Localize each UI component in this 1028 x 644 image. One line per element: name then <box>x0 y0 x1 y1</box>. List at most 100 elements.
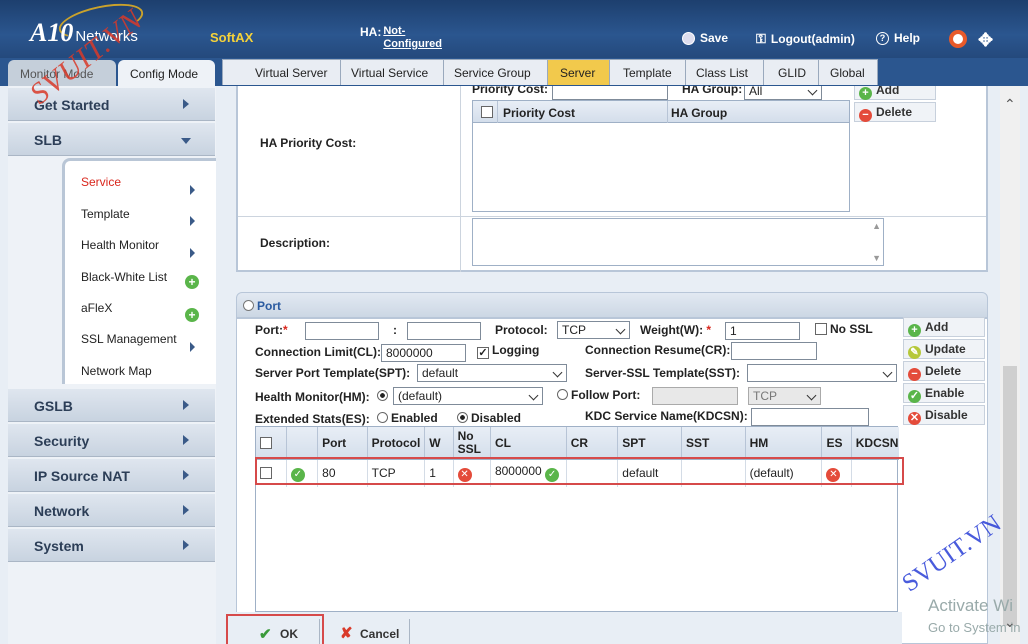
scrollbar-thumb[interactable] <box>1003 366 1017 626</box>
hm-radio[interactable] <box>377 390 388 401</box>
es-enabled-radio[interactable] <box>377 412 388 423</box>
tab-template[interactable]: Template <box>609 59 686 85</box>
col-spt: SPT <box>617 427 682 460</box>
logout-button[interactable]: ⚿ Logout(admin) <box>756 31 855 47</box>
submenu-item-service[interactable]: Service <box>81 175 121 189</box>
col-priority-cost: Priority Cost <box>503 106 576 120</box>
cancel-button[interactable]: ✘ Cancel <box>330 619 410 644</box>
port-disable-button[interactable]: ✕ Disable <box>903 405 985 425</box>
sidebar-item-security[interactable]: Security <box>8 424 215 457</box>
chevron-right-icon <box>183 435 189 445</box>
x-icon: ✘ <box>340 625 353 642</box>
select-all-checkbox[interactable] <box>481 106 493 118</box>
sidebar-item-ip-source-nat[interactable]: IP Source NAT <box>8 459 215 492</box>
logging-option[interactable]: ✓ Logging <box>477 343 539 359</box>
follow-port-option[interactable]: Follow Port: <box>557 388 640 402</box>
col-es: ES <box>821 427 852 460</box>
scroll-up-icon[interactable]: ▲ <box>872 221 881 231</box>
priority-cost-input[interactable] <box>552 86 668 100</box>
spt-select[interactable]: default <box>417 364 567 382</box>
scroll-down-icon[interactable]: ▼ <box>872 253 881 263</box>
chevron-right-icon <box>183 400 189 410</box>
sidebar-item-gslb[interactable]: GSLB <box>8 389 215 422</box>
sidebar-item-system[interactable]: System <box>8 529 215 562</box>
port-update-button[interactable]: ✎ Update <box>903 339 985 359</box>
kdc-label: KDC Service Name(KDCSN): <box>585 409 748 423</box>
column-divider <box>460 86 461 272</box>
port-delete-button[interactable]: − Delete <box>903 361 985 381</box>
no-ssl-option[interactable]: No SSL <box>815 322 873 336</box>
fullscreen-icon[interactable]: ✥ <box>978 30 993 51</box>
kdc-input[interactable] <box>751 408 869 426</box>
config-mode-tab[interactable]: Config Mode <box>118 60 215 86</box>
scroll-up-icon[interactable]: ⌃ <box>1004 96 1016 113</box>
ha-priority-table: Priority Cost HA Group <box>472 100 850 212</box>
lifebuoy-icon[interactable] <box>949 30 967 48</box>
submenu-item-ssl-management[interactable]: SSL Management <box>81 332 177 346</box>
main-scrollbar[interactable]: ⌃ ⌄ <box>1000 86 1020 644</box>
sidebar-item-slb[interactable]: SLB <box>8 123 215 156</box>
submenu-item-network-map[interactable]: Network Map <box>81 364 152 378</box>
help-button[interactable]: ? Help <box>876 31 920 45</box>
port-end-input[interactable] <box>407 322 481 340</box>
submenu-item-health-monitor[interactable]: Health Monitor <box>81 238 159 252</box>
protocol-select[interactable]: TCP <box>557 321 630 339</box>
ha-add-button[interactable]: + Add <box>854 86 936 100</box>
port-label: Port:* <box>255 323 288 337</box>
follow-port-radio[interactable] <box>557 389 568 400</box>
chevron-right-icon <box>183 470 189 480</box>
tab-class-list[interactable]: Class List <box>685 59 764 85</box>
select-all-checkbox[interactable] <box>260 436 272 449</box>
logging-checkbox[interactable]: ✓ <box>477 347 489 359</box>
collapse-icon[interactable] <box>243 300 254 311</box>
minus-icon: − <box>859 109 872 122</box>
ha-priority-cost-label: HA Priority Cost: <box>260 136 357 150</box>
highlight-box <box>226 614 324 644</box>
port-input[interactable] <box>305 322 379 340</box>
plus-icon[interactable]: + <box>185 308 199 322</box>
chevron-right-icon <box>183 99 189 109</box>
slb-submenu: Service Template Health Monitor Black-Wh… <box>62 158 216 384</box>
tab-service-group[interactable]: Service Group <box>443 59 548 85</box>
check-icon: ✓ <box>908 390 921 403</box>
hm-select[interactable]: (default) <box>393 387 543 405</box>
activate-windows-subtext: Go to System in <box>928 620 1021 635</box>
grid-header-row: Port Protocol W No SSL CL CR SPT SST HM … <box>256 427 899 460</box>
description-textarea[interactable]: ▲ ▼ <box>472 218 884 266</box>
footer-bar <box>222 612 902 644</box>
tab-virtual-server[interactable]: Virtual Server <box>222 59 341 85</box>
col-port: Port <box>317 427 368 460</box>
es-disabled-radio[interactable] <box>457 412 468 423</box>
chevron-right-icon <box>183 540 189 550</box>
tab-global[interactable]: Global <box>818 59 878 85</box>
port-section-header[interactable]: Port <box>236 292 988 318</box>
submenu-item-black-white-list[interactable]: Black-White List <box>81 270 167 284</box>
submenu-item-aflex[interactable]: aFleX <box>81 301 112 315</box>
key-icon: ⚿ <box>756 31 766 46</box>
chevron-right-icon <box>190 342 195 352</box>
sidebar-item-network[interactable]: Network <box>8 494 215 527</box>
sst-select[interactable] <box>747 364 897 382</box>
tab-virtual-service[interactable]: Virtual Service <box>340 59 444 85</box>
plus-icon[interactable]: + <box>185 275 199 289</box>
highlight-box <box>255 457 904 485</box>
save-button[interactable]: Save <box>682 31 728 45</box>
ha-value-link[interactable]: Not-Configured <box>383 25 447 51</box>
submenu-item-template[interactable]: Template <box>81 207 130 221</box>
ha-group-select[interactable]: All <box>744 86 822 100</box>
port-enable-button[interactable]: ✓ Enable <box>903 383 985 403</box>
col-sst: SST <box>681 427 746 460</box>
conn-resume-input[interactable] <box>731 342 817 360</box>
ha-label: HA: <box>360 25 382 39</box>
divider <box>238 216 986 217</box>
weight-input[interactable]: 1 <box>725 322 800 340</box>
es-disabled-option[interactable]: Disabled <box>457 411 521 425</box>
conn-limit-input[interactable]: 8000000 <box>381 344 466 362</box>
tab-server[interactable]: Server <box>547 59 610 85</box>
port-add-button[interactable]: + Add <box>903 317 985 337</box>
spt-label: Server Port Template(SPT): <box>255 366 411 380</box>
tab-glid[interactable]: GLID <box>763 59 819 85</box>
no-ssl-checkbox[interactable] <box>815 323 827 335</box>
es-enabled-option[interactable]: Enabled <box>377 411 438 425</box>
ha-delete-button[interactable]: − Delete <box>854 102 936 122</box>
